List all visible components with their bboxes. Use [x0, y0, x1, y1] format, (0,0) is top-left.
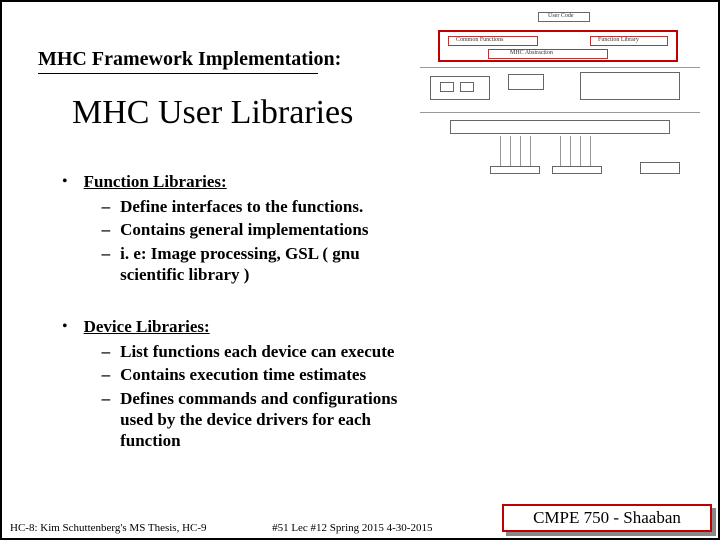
bullet-body: Function Libraries: –Define interfaces t… [84, 172, 422, 287]
thumb-connector [570, 136, 571, 166]
sub-text: Defines commands and configurations used… [120, 388, 422, 452]
subtitle-block: MHC Framework Implementation: [38, 48, 341, 74]
thumb-label: User Code [548, 13, 574, 19]
subtitle-underline [38, 73, 318, 74]
sub-text: i. e: Image processing, GSL ( gnu scient… [120, 243, 422, 286]
thumb-label: Common Functions [456, 37, 504, 43]
badge-text: CMPE 750 - Shaaban [533, 508, 681, 528]
subtitle-text: MHC Framework Implementation: [38, 48, 341, 70]
course-badge: CMPE 750 - Shaaban [502, 504, 712, 532]
diagram-thumbnail: User Code Common Functions Function Libr… [420, 12, 700, 182]
thumb-connector [580, 136, 581, 166]
sub-text: Define interfaces to the functions. [120, 196, 422, 217]
sub-item: –Define interfaces to the functions. [84, 196, 422, 217]
footer-mid: #51 Lec #12 Spring 2015 4-30-2015 [272, 522, 432, 534]
thumb-box [640, 162, 680, 174]
sub-text: Contains general implementations [120, 219, 422, 240]
footer-left: HC-8: Kim Schuttenberg's MS Thesis, HC-9 [10, 522, 207, 534]
bullet-list: • Function Libraries: –Define interfaces… [62, 172, 422, 483]
bullet-marker: • [62, 317, 68, 338]
sub-text: Contains execution time estimates [120, 364, 422, 385]
thumb-connector [560, 136, 561, 166]
dash-icon: – [102, 196, 111, 217]
thumb-box [460, 82, 474, 92]
thumb-connector [590, 136, 591, 166]
slide-title: MHC User Libraries [72, 94, 353, 132]
bullet-head: Device Libraries: [84, 317, 422, 337]
thumb-label: MHC Abstraction [510, 50, 553, 56]
sub-item: –List functions each device can execute [84, 341, 422, 362]
thumb-label: Function Library [598, 37, 639, 43]
thumb-connector [510, 136, 511, 166]
dash-icon: – [102, 364, 111, 385]
bullet-body: Device Libraries: –List functions each d… [84, 317, 422, 453]
bullet-device-libraries: • Device Libraries: –List functions each… [62, 317, 422, 453]
bullet-function-libraries: • Function Libraries: –Define interfaces… [62, 172, 422, 287]
sub-item: –Defines commands and configurations use… [84, 388, 422, 452]
thumb-box [440, 82, 454, 92]
thumb-box [490, 166, 540, 174]
dash-icon: – [102, 243, 111, 264]
sub-item: –Contains general implementations [84, 219, 422, 240]
thumb-highlight-box: Common Functions Function Library MHC Ab… [438, 30, 678, 62]
dash-icon: – [102, 341, 111, 362]
badge-box: CMPE 750 - Shaaban [502, 504, 712, 532]
sub-text: List functions each device can execute [120, 341, 422, 362]
thumb-box [508, 74, 544, 90]
thumb-divider [420, 112, 700, 113]
sub-item: –Contains execution time estimates [84, 364, 422, 385]
bullet-head: Function Libraries: [84, 172, 422, 192]
slide: MHC Framework Implementation: MHC User L… [0, 0, 720, 540]
bullet-marker: • [62, 172, 68, 193]
thumb-connector [520, 136, 521, 166]
thumb-divider [420, 67, 700, 68]
dash-icon: – [102, 219, 111, 240]
thumb-connector [530, 136, 531, 166]
thumb-box [580, 72, 680, 100]
thumb-box [450, 120, 670, 134]
sub-item: –i. e: Image processing, GSL ( gnu scien… [84, 243, 422, 286]
thumb-box [552, 166, 602, 174]
thumb-connector [500, 136, 501, 166]
dash-icon: – [102, 388, 111, 409]
